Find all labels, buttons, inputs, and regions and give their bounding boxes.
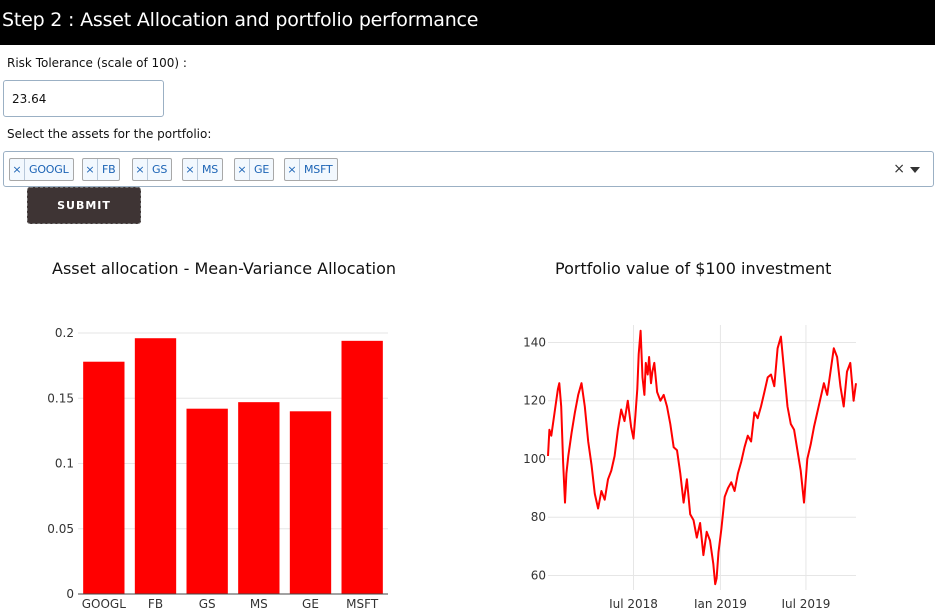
submit-button[interactable]: SUBMIT [27,187,141,224]
page-header: Step 2 : Asset Allocation and portfolio … [0,0,935,45]
bar-y-tick-label: 0.05 [47,522,74,536]
asset-chip-ge: × GE [234,158,275,181]
line-y-tick-label: 80 [531,510,546,524]
portfolio-chart-title: Portfolio value of $100 investment [555,259,832,278]
asset-chip-label: MS [202,163,219,176]
remove-chip-icon[interactable]: × [133,159,148,180]
portfolio-value-line [547,329,857,586]
asset-chip-gs: × GS [132,158,173,181]
clear-all-icon[interactable]: × [893,161,905,177]
allocation-chart-title: Asset allocation - Mean-Variance Allocat… [52,259,397,278]
bar-y-tick-label: 0.1 [55,457,74,471]
asset-chip-fb: × FB [82,158,121,181]
asset-chip-label: GS [152,163,168,176]
bar-fb [134,338,177,594]
remove-chip-icon[interactable]: × [10,159,25,180]
bar-x-tick-label: FB [148,597,163,608]
asset-chip-label: GOOGL [29,163,69,176]
line-x-tick-label: Jul 2019 [781,597,831,608]
asset-chip-label: FB [102,163,116,176]
line-y-tick-label: 100 [523,452,546,466]
bar-x-tick-label: GS [199,597,216,608]
bar-x-tick-label: MSFT [346,597,379,608]
bar-y-tick-label: 0 [66,587,74,601]
asset-chip-ms: × MS [182,158,224,181]
risk-tolerance-label: Risk Tolerance (scale of 100) : [7,56,187,70]
asset-chip-label: MSFT [304,163,333,176]
asset-chip-label: GE [254,163,270,176]
line-x-tick-label: Jan 2019 [693,597,747,608]
line-y-tick-label: 140 [523,335,546,349]
line-y-tick-label: 120 [523,394,546,408]
bar-y-tick-label: 0.15 [47,391,74,405]
line-y-tick-label: 60 [531,568,546,582]
bar-x-tick-label: MS [250,597,268,608]
bar-x-tick-label: GE [302,597,319,608]
bar-x-tick-label: GOOGL [82,597,126,608]
remove-chip-icon[interactable]: × [235,159,250,180]
remove-chip-icon[interactable]: × [183,159,198,180]
page-title: Step 2 : Asset Allocation and portfolio … [2,9,479,31]
bar-ms [238,402,280,594]
risk-tolerance-input[interactable] [3,80,164,117]
bar-y-tick-label: 0.2 [55,326,74,340]
remove-chip-icon[interactable]: × [285,159,300,180]
line-x-tick-label: Jul 2018 [608,597,658,608]
bar-ge [289,411,332,594]
remove-chip-icon[interactable]: × [83,159,98,180]
bar-msft [341,340,383,594]
assets-select-label: Select the assets for the portfolio: [7,127,212,141]
chevron-down-icon[interactable] [910,167,920,173]
asset-chip-googl: × GOOGL [9,158,74,181]
asset-chip-msft: × MSFT [284,158,338,181]
assets-multiselect[interactable]: × GOOGL × FB × GS × MS × GE × MSFT × [3,151,934,187]
bar-gs [186,408,228,594]
bar-googl [83,361,125,594]
